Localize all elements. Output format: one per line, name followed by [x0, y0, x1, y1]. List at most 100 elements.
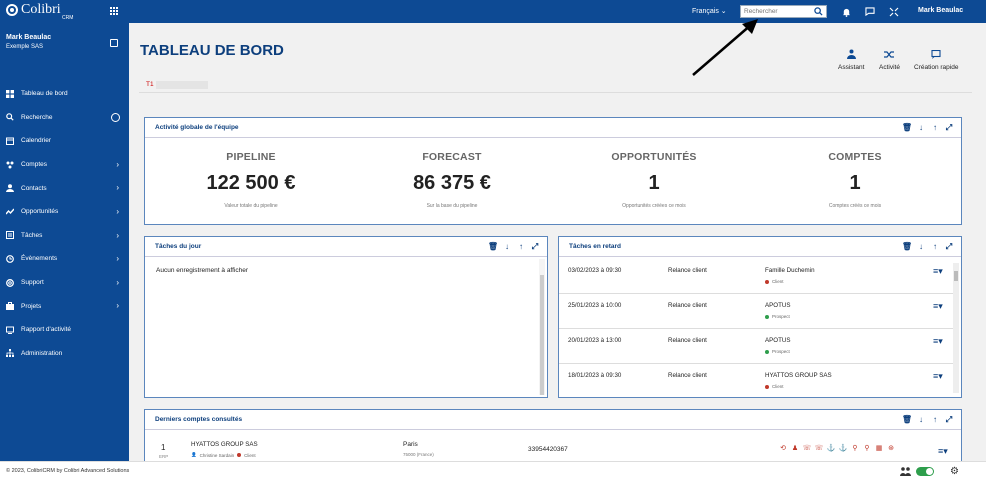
row-menu-icon[interactable]: ≡▾ [933, 266, 943, 277]
sidebar-item-admin[interactable]: Administration [0, 342, 129, 366]
activity-button[interactable]: Activité [879, 48, 900, 71]
chevron-right-icon: › [116, 206, 119, 216]
search-icon[interactable] [814, 7, 823, 16]
sidebar-item-projects[interactable]: Projets › [0, 294, 129, 318]
language-selector[interactable]: Français ⌄ [692, 7, 727, 15]
ship-icon[interactable]: ⚓ [827, 444, 836, 452]
kpi-label: COMPTES [828, 151, 882, 163]
account-name[interactable]: HYATTOS GROUP SAS [191, 441, 258, 448]
row-menu-icon[interactable]: ≡▾ [938, 446, 948, 457]
status-badge: Client [765, 279, 784, 284]
sidebar-item-tasks[interactable]: Tâches › [0, 224, 129, 248]
scrollbar[interactable] [953, 263, 959, 393]
calendar-icon[interactable]: ▦ [875, 444, 883, 452]
person-icon[interactable]: ♟ [791, 444, 799, 452]
arrow-down-icon[interactable]: ↓ [917, 416, 925, 424]
app-logo[interactable]: Colibri [6, 2, 61, 17]
arrow-up-icon[interactable]: ↑ [931, 416, 939, 424]
dashboard-tab[interactable] [156, 81, 208, 89]
phone-out-icon[interactable]: ☏ [815, 444, 824, 452]
arrow-down-icon[interactable]: ↓ [503, 243, 511, 251]
gear-icon[interactable]: ⚙ [950, 466, 959, 477]
row-menu-icon[interactable]: ≡▾ [933, 371, 943, 382]
task-action: Relance client [668, 267, 707, 274]
sidebar-item-label: Opportunités [21, 208, 59, 216]
users-icon[interactable] [900, 467, 911, 476]
trash-icon[interactable]: 🗑 [488, 243, 498, 251]
status-label: Client [772, 384, 784, 389]
globe-icon[interactable] [111, 112, 120, 122]
logo-text: Colibri [21, 2, 61, 17]
presence-toggle[interactable] [916, 467, 934, 476]
opportunities-icon [6, 208, 14, 216]
projects-icon [6, 302, 14, 311]
sidebar-item-accounts[interactable]: Comptes › [0, 153, 129, 177]
sidebar-user-org: Exemple SAS [6, 44, 44, 50]
sidebar-item-report[interactable]: Rapport d'activité [0, 318, 129, 342]
row-menu-icon[interactable]: ≡▾ [933, 336, 943, 347]
arrow-down-icon[interactable]: ↓ [917, 243, 925, 251]
chat-icon[interactable] [864, 6, 875, 17]
trash-icon[interactable]: 🗑 [902, 243, 912, 251]
apps-grid-icon[interactable] [110, 7, 118, 15]
arrow-down-icon[interactable]: ↓ [917, 124, 925, 132]
quick-create-button[interactable]: Création rapide [914, 48, 958, 71]
account-city: Paris [403, 441, 418, 448]
kpi-sub: Comptes créés ce mois [828, 203, 882, 209]
task-contact[interactable]: APOTUS [765, 302, 790, 309]
task-contact[interactable]: HYATTOS GROUP SAS [765, 372, 832, 379]
table-row[interactable]: 25/01/2023 à 10:00 Relance client APOTUS… [559, 294, 953, 329]
collapse-sidebar-icon[interactable] [110, 39, 118, 47]
sidebar-item-contacts[interactable]: Contacts › [0, 176, 129, 200]
header-user-name[interactable]: Mark Beaulac [918, 7, 963, 14]
table-row[interactable]: 18/01/2023 à 09:30 Relance client HYATTO… [559, 364, 953, 397]
status-dot [237, 453, 242, 457]
table-row[interactable]: 20/01/2023 à 13:00 Relance client APOTUS… [559, 329, 953, 364]
expand-icon[interactable]: ⤢ [945, 243, 953, 251]
task-contact[interactable]: APOTUS [765, 337, 790, 344]
kpi-pipeline: PIPELINE 122 500 € Valeur totale du pipe… [151, 151, 351, 209]
phone-icon[interactable]: ☏ [803, 444, 812, 452]
location-icon[interactable]: ⚲ [863, 444, 871, 452]
pin-icon[interactable]: ⚲ [851, 444, 859, 452]
bell-icon[interactable] [841, 6, 852, 17]
expand-icon[interactable]: ⤢ [531, 243, 539, 251]
sidebar-item-dashboard[interactable]: Tableau de bord [0, 82, 129, 106]
sidebar-item-events[interactable]: Évènements › [0, 247, 129, 271]
account-phone: 33954420367 [528, 446, 568, 453]
sidebar-user-name: Mark Beaulac [6, 34, 52, 41]
logo-icon [6, 3, 18, 16]
assistant-button[interactable]: Assistant [838, 48, 864, 71]
scrollbar[interactable] [539, 259, 545, 395]
sidebar-item-opportunities[interactable]: Opportunités › [0, 200, 129, 224]
empty-message: Aucun enregistrement à afficher [156, 267, 249, 274]
tab-divider [139, 92, 972, 93]
arrow-up-icon[interactable]: ↑ [931, 124, 939, 132]
kpi-accounts: COMPTES 1 Comptes créés ce mois [755, 151, 955, 209]
anchor-icon[interactable]: ⚓ [839, 444, 848, 452]
expand-icon[interactable]: ⤢ [945, 124, 953, 132]
kpi-label: OPPORTUNITÉS [611, 151, 697, 163]
sidebar-item-support[interactable]: Support › [0, 271, 129, 295]
dashboard-tab-prefix[interactable]: T1 [146, 81, 154, 88]
history-icon[interactable]: ⟲ [779, 444, 787, 452]
sidebar-item-calendar[interactable]: Calendrier [0, 129, 129, 153]
assistant-icon [846, 48, 856, 60]
sidebar-item-search[interactable]: Recherche [0, 106, 129, 130]
table-row[interactable]: 03/02/2023 à 09:30 Relance client Famill… [559, 259, 953, 294]
arrow-up-icon[interactable]: ↑ [517, 243, 525, 251]
chevron-right-icon: › [116, 159, 119, 169]
support-icon[interactable]: ⊛ [887, 444, 895, 452]
expand-icon[interactable]: ⤢ [945, 416, 953, 424]
trash-icon[interactable]: 🗑 [902, 124, 912, 132]
account-zip: 75000 (France) [403, 452, 434, 457]
row-menu-icon[interactable]: ≡▾ [933, 301, 943, 312]
fullscreen-icon[interactable] [888, 6, 899, 17]
trash-icon[interactable]: 🗑 [902, 416, 912, 424]
arrow-up-icon[interactable]: ↑ [931, 243, 939, 251]
events-icon [6, 255, 14, 263]
search-input[interactable] [741, 6, 813, 17]
panel-title: Activité globale de l'équipe [155, 124, 239, 131]
status-dot [765, 384, 769, 389]
task-contact[interactable]: Famille Duchemin [765, 267, 815, 274]
